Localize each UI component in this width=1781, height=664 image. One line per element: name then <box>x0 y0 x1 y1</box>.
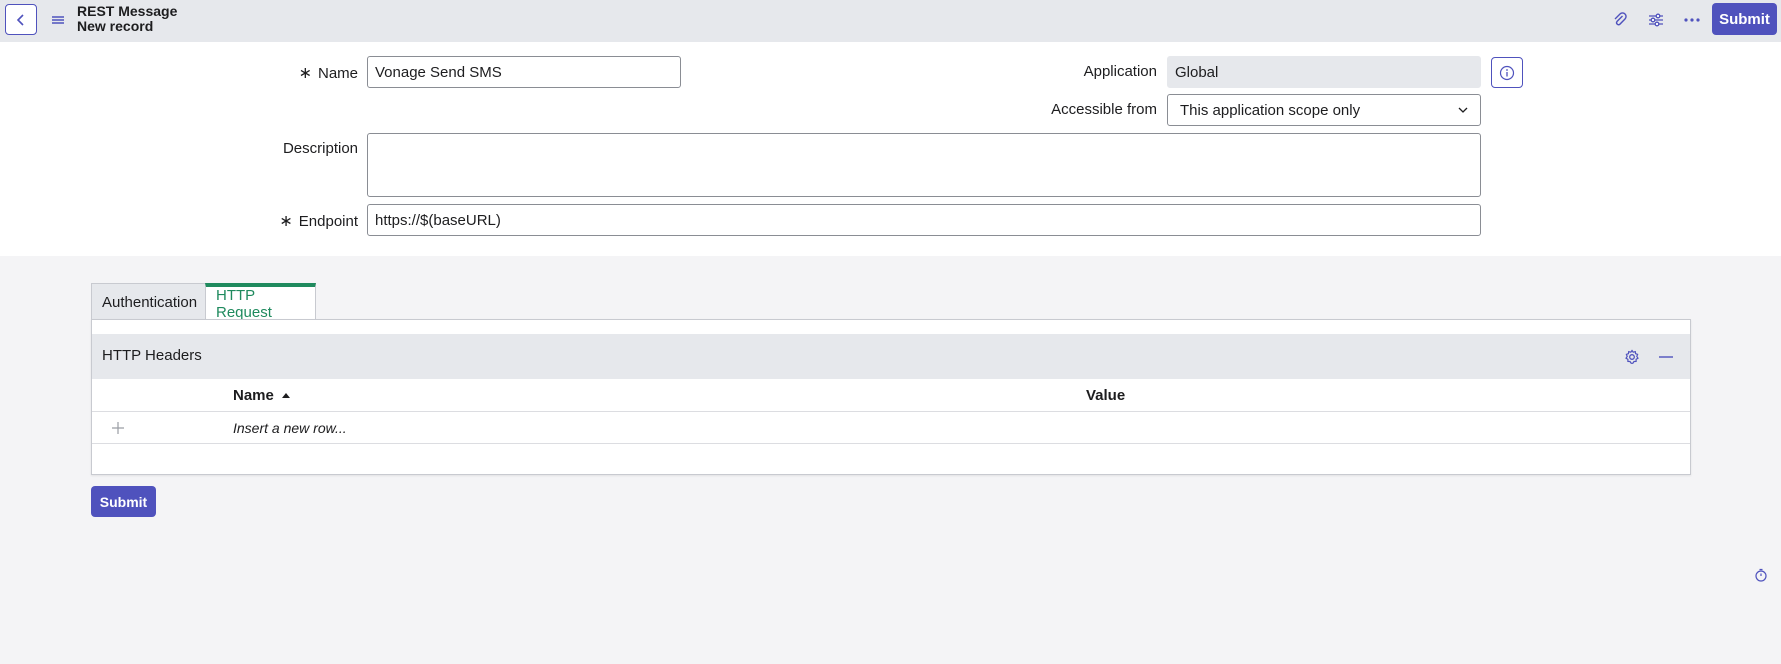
description-field[interactable] <box>367 133 1481 197</box>
insert-row: Insert a new row... <box>92 412 1690 444</box>
http-headers-title: HTTP Headers <box>102 347 202 364</box>
paperclip-icon <box>1614 12 1627 26</box>
accessible-from-label: Accessible from <box>1051 101 1157 118</box>
chevron-down-icon <box>1458 107 1468 113</box>
more-icon <box>1684 18 1700 22</box>
application-field: Global <box>1167 56 1481 88</box>
application-info-button[interactable] <box>1491 57 1523 88</box>
response-time-button[interactable] <box>1752 566 1770 584</box>
http-headers-panel: HTTP Headers Name Value Insert a new row… <box>91 319 1691 475</box>
stopwatch-icon <box>1755 568 1767 582</box>
tab-authentication[interactable]: Authentication <box>91 283 206 320</box>
endpoint-field[interactable]: https://$(baseURL) <box>367 204 1481 236</box>
page-subtitle: New record <box>77 18 154 34</box>
name-field[interactable]: Vonage Send SMS <box>367 56 681 88</box>
required-marker: ∗ <box>298 65 312 82</box>
back-button[interactable] <box>5 4 37 35</box>
description-label: Description <box>282 140 358 157</box>
page-title: REST Message <box>77 3 178 19</box>
add-row-button[interactable] <box>108 418 128 438</box>
record-title: REST Message New record <box>77 4 177 34</box>
insert-new-row-link[interactable]: Insert a new row... <box>233 420 347 436</box>
sort-ascending-icon <box>281 392 290 398</box>
list-settings-button[interactable] <box>1620 345 1644 369</box>
sliders-icon <box>1649 13 1663 27</box>
minus-icon <box>1659 356 1673 358</box>
submit-button-top[interactable]: Submit <box>1712 3 1777 35</box>
required-marker: ∗ <box>279 213 293 230</box>
info-icon <box>1499 65 1515 80</box>
accessible-from-value: This application scope only <box>1180 101 1361 119</box>
name-label: ∗ Name <box>298 65 358 82</box>
column-header-value[interactable]: Value <box>1086 387 1125 404</box>
plus-icon <box>112 422 124 434</box>
table-header-row: Name Value <box>92 379 1690 412</box>
top-header: REST Message New record Submit <box>0 0 1781 42</box>
endpoint-label: ∗ Endpoint <box>279 213 358 230</box>
tab-http-request[interactable]: HTTP Request <box>205 283 316 321</box>
menu-icon <box>52 16 64 24</box>
application-label: Application <box>1083 63 1157 80</box>
submit-button-bottom[interactable]: Submit <box>91 486 156 517</box>
http-headers-header: HTTP Headers <box>92 334 1690 379</box>
back-icon <box>16 13 24 26</box>
collapse-button[interactable] <box>1654 345 1678 369</box>
accessible-from-select[interactable]: This application scope only <box>1167 94 1481 126</box>
attachment-button[interactable] <box>1607 8 1633 32</box>
column-header-name[interactable]: Name <box>233 387 291 404</box>
menu-button[interactable] <box>48 8 68 32</box>
personalize-form-button[interactable] <box>1643 8 1669 32</box>
more-options-button[interactable] <box>1679 8 1705 32</box>
gear-icon <box>1625 349 1639 364</box>
